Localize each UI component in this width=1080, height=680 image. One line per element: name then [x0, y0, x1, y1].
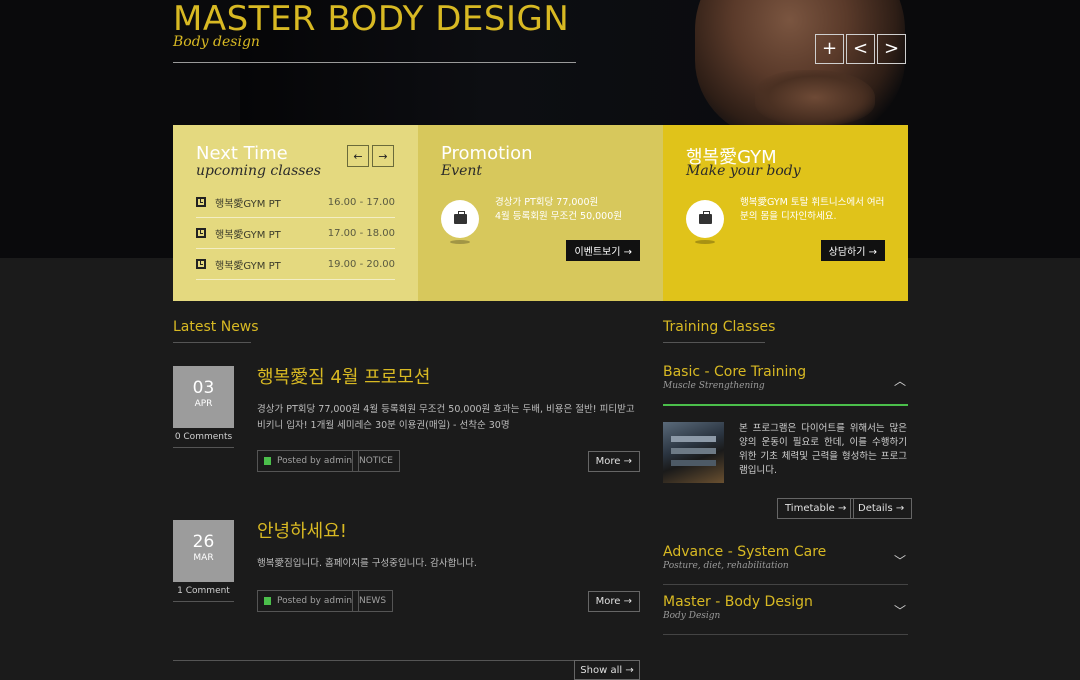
prev-slide-icon[interactable]: < [846, 34, 875, 64]
panel-title: Next Time [196, 143, 288, 164]
class-name: 행복愛GYM PT [215, 260, 281, 272]
date-box: 26 MAR [173, 520, 234, 582]
accordion-item-basic[interactable]: Basic - Core Training Muscle Strengtheni… [663, 364, 908, 406]
gym-panel: 행복愛GYM Make your body 행복愛GYM 토탈 휘트니스에서 여… [663, 125, 908, 301]
news-body: 행복愛짐입니다. 홈페이지를 구성중입니다. 감사합니다. [257, 558, 477, 569]
accordion-item-master[interactable]: Master - Body Design Body Design ﹀ [663, 594, 908, 635]
timetable-button[interactable]: Timetable → [777, 498, 855, 519]
class-row[interactable]: 행복愛GYM PT 16.00 - 17.00 [196, 187, 395, 218]
accordion-item-advance[interactable]: Advance - System Care Posture, diet, reh… [663, 544, 908, 585]
gym-text: 행복愛GYM 토탈 휘트니스에서 여러분의 몸을 디자인하세요. [740, 197, 885, 222]
document-icon [264, 457, 271, 465]
clock-icon [196, 259, 206, 269]
class-name: 행복愛GYM PT [215, 198, 281, 210]
arrow-left-icon[interactable]: ← [347, 145, 369, 167]
document-icon [264, 597, 271, 605]
author-tag[interactable]: Posted by admin [257, 450, 360, 472]
accordion-subtitle: Body Design [663, 611, 721, 621]
news-title[interactable]: 안녕하세요! [257, 517, 347, 543]
comment-count[interactable]: 1 Comment [173, 586, 234, 602]
clock-icon [196, 228, 206, 238]
promotion-text: 경상가 PT회당 77,000원 4월 등록회원 무조건 50,000원 [495, 197, 623, 222]
details-button[interactable]: Details → [850, 498, 913, 519]
panel-subtitle: Make your body [686, 163, 801, 179]
chevron-down-icon[interactable]: ﹀ [894, 552, 906, 569]
news-body: 경상가 PT회당 77,000원 4월 등록회원 무조건 50,000원 효과는… [257, 404, 635, 431]
show-all-button[interactable]: Show all → [574, 660, 640, 680]
date-box: 03 APR [173, 366, 234, 428]
class-list: 행복愛GYM PT 16.00 - 17.00 행복愛GYM PT 17.00 … [196, 187, 395, 280]
promotion-panel: Promotion Event 경상가 PT회당 77,000원 4월 등록회원… [418, 125, 663, 301]
accordion-subtitle: Muscle Strengthening [663, 381, 765, 391]
hero-title: MASTER BODY DESIGN [173, 0, 570, 39]
briefcase-icon [686, 200, 724, 238]
accordion-title: Master - Body Design [663, 594, 813, 610]
briefcase-icon [441, 200, 479, 238]
panel-subtitle: Event [441, 163, 483, 179]
class-time: 16.00 - 17.00 [327, 196, 395, 208]
hero-divider [173, 62, 576, 63]
plus-icon[interactable]: + [815, 34, 844, 64]
news-item: 03 APR 0 Comments 행복愛짐 4월 프로모션 경상가 PT회당 … [173, 366, 640, 476]
news-heading-underline [173, 342, 251, 343]
author-tag[interactable]: Posted by admin [257, 590, 360, 612]
category-tag[interactable]: NEWS [352, 590, 394, 612]
class-time: 19.00 - 20.00 [327, 258, 395, 270]
accordion-title: Basic - Core Training [663, 364, 807, 380]
more-button[interactable]: More → [587, 591, 640, 612]
panel-subtitle: upcoming classes [196, 163, 321, 179]
next-time-panel: Next Time upcoming classes ← → 행복愛GYM PT… [173, 125, 418, 301]
comment-count[interactable]: 0 Comments [173, 432, 234, 448]
arrow-right-icon[interactable]: → [372, 145, 394, 167]
more-button[interactable]: More → [587, 451, 640, 472]
news-title[interactable]: 행복愛짐 4월 프로모션 [257, 363, 430, 389]
class-name: 행복愛GYM PT [215, 229, 281, 241]
next-slide-icon[interactable]: > [877, 34, 906, 64]
hand-image [755, 70, 875, 125]
panel-title: Promotion [441, 143, 533, 164]
category-tag[interactable]: NOTICE [352, 450, 400, 472]
accordion-subtitle: Posture, diet, rehabilitation [663, 561, 789, 571]
news-heading: Latest News [173, 319, 259, 335]
view-event-button[interactable]: 이벤트보기 → [566, 240, 640, 261]
class-time: 17.00 - 18.00 [327, 227, 395, 239]
feature-panels: Next Time upcoming classes ← → 행복愛GYM PT… [173, 125, 908, 301]
training-heading-underline [663, 342, 765, 343]
consult-button[interactable]: 상담하기 → [820, 240, 885, 261]
class-row[interactable]: 행복愛GYM PT 17.00 - 18.00 [196, 218, 395, 249]
clock-icon [196, 197, 206, 207]
news-item: 26 MAR 1 Comment 안녕하세요! 행복愛짐입니다. 홈페이지를 구… [173, 517, 640, 612]
chevron-up-icon[interactable]: ︿ [894, 372, 906, 389]
class-row[interactable]: 행복愛GYM PT 19.00 - 20.00 [196, 249, 395, 280]
accordion-content: 본 프로그램은 다이어트를 위해서는 많은양의 운동이 필요로 한데, 이를 수… [739, 423, 907, 476]
class-nav: ← → [347, 145, 394, 167]
news-footer-divider [173, 660, 574, 661]
chevron-down-icon[interactable]: ﹀ [894, 602, 906, 619]
slider-controls: + < > [815, 34, 906, 64]
training-heading: Training Classes [663, 319, 776, 335]
accordion-title: Advance - System Care [663, 544, 827, 560]
gym-photo [663, 422, 724, 483]
hero-subtitle: Body design [173, 34, 260, 50]
